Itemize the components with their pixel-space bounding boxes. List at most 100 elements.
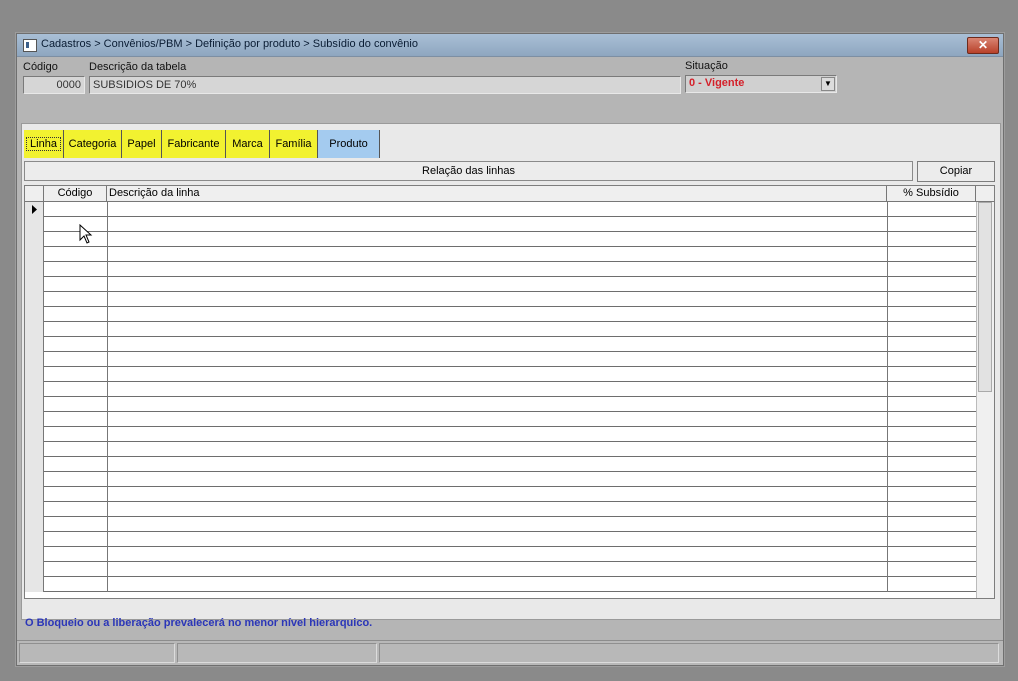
status-pane-1: [19, 643, 175, 663]
row-indicator[interactable]: [25, 577, 44, 592]
grid-divider: [107, 397, 108, 412]
grid-divider: [107, 232, 108, 247]
tab-panel: Linha Categoria Papel Fabricante Marca Famíli…: [21, 123, 1001, 620]
row-indicator[interactable]: [25, 232, 44, 247]
table-row[interactable]: [25, 517, 976, 532]
table-row[interactable]: [25, 547, 976, 562]
row-indicator[interactable]: [25, 517, 44, 532]
row-indicator[interactable]: [25, 292, 44, 307]
tab-fabricante[interactable]: Fabricante: [162, 130, 226, 158]
table-row[interactable]: [25, 532, 976, 547]
table-row[interactable]: [25, 262, 976, 277]
row-indicator[interactable]: [25, 202, 44, 217]
column-header-subsidio[interactable]: % Subsídio: [887, 186, 976, 201]
table-row[interactable]: [25, 427, 976, 442]
row-indicator[interactable]: [25, 367, 44, 382]
row-indicator[interactable]: [25, 412, 44, 427]
tab-familia[interactable]: Família: [270, 130, 318, 158]
row-indicator[interactable]: [25, 427, 44, 442]
codigo-label: Código: [23, 61, 58, 73]
row-indicator[interactable]: [25, 382, 44, 397]
copy-button[interactable]: Copiar: [917, 161, 995, 182]
vertical-scrollbar[interactable]: [976, 202, 994, 598]
row-indicator[interactable]: [25, 502, 44, 517]
grid-divider: [107, 412, 108, 427]
table-row[interactable]: [25, 202, 976, 217]
tab-label: Produto: [329, 138, 368, 150]
table-row[interactable]: [25, 472, 976, 487]
tab-papel[interactable]: Papel: [122, 130, 162, 158]
row-indicator[interactable]: [25, 487, 44, 502]
tab-categoria[interactable]: Categoria: [64, 130, 122, 158]
tab-marca[interactable]: Marca: [226, 130, 270, 158]
grid-divider: [107, 577, 108, 592]
row-indicator[interactable]: [25, 547, 44, 562]
table-row[interactable]: [25, 337, 976, 352]
table-row[interactable]: [25, 322, 976, 337]
grid-divider: [887, 337, 888, 352]
grid-divider: [107, 322, 108, 337]
tab-label: Papel: [127, 138, 156, 150]
lines-grid[interactable]: Código Descrição da linha % Subsídio: [24, 185, 995, 599]
grid-divider: [887, 577, 888, 592]
mouse-cursor-icon: [79, 224, 93, 244]
grid-divider: [107, 202, 108, 217]
tab-produto[interactable]: Produto: [318, 130, 380, 158]
row-indicator[interactable]: [25, 217, 44, 232]
chevron-down-icon[interactable]: ▼: [821, 77, 835, 91]
table-row[interactable]: [25, 577, 976, 592]
row-indicator[interactable]: [25, 472, 44, 487]
row-indicator[interactable]: [25, 337, 44, 352]
column-header-codigo[interactable]: Código: [44, 186, 107, 201]
grid-divider: [107, 247, 108, 262]
table-row[interactable]: [25, 487, 976, 502]
scrollbar-thumb[interactable]: [978, 202, 992, 392]
row-indicator[interactable]: [25, 352, 44, 367]
row-indicator[interactable]: [25, 442, 44, 457]
row-indicator[interactable]: [25, 562, 44, 577]
row-indicator[interactable]: [25, 322, 44, 337]
grid-divider: [887, 532, 888, 547]
row-indicator[interactable]: [25, 262, 44, 277]
table-row[interactable]: [25, 442, 976, 457]
table-row[interactable]: [25, 382, 976, 397]
table-row[interactable]: [25, 457, 976, 472]
table-row[interactable]: [25, 232, 976, 247]
table-row[interactable]: [25, 352, 976, 367]
column-header-descricao[interactable]: Descrição da linha: [107, 186, 887, 201]
grid-divider: [107, 442, 108, 457]
table-row[interactable]: [25, 307, 976, 322]
tab-linha[interactable]: Linha: [24, 130, 64, 158]
table-row[interactable]: [25, 277, 976, 292]
table-row[interactable]: [25, 397, 976, 412]
table-row[interactable]: [25, 247, 976, 262]
table-row[interactable]: [25, 367, 976, 382]
situacao-select[interactable]: 0 - Vigente ▼: [685, 75, 837, 93]
grid-divider: [887, 442, 888, 457]
close-button[interactable]: ✕: [967, 37, 999, 54]
table-row[interactable]: [25, 502, 976, 517]
descricao-field[interactable]: SUBSIDIOS DE 70%: [89, 76, 681, 94]
codigo-field[interactable]: 0000: [23, 76, 85, 94]
row-indicator[interactable]: [25, 247, 44, 262]
app-icon: [23, 39, 37, 52]
table-row[interactable]: [25, 292, 976, 307]
grid-divider: [107, 262, 108, 277]
grid-divider: [887, 322, 888, 337]
grid-divider: [107, 427, 108, 442]
table-row[interactable]: [25, 412, 976, 427]
row-indicator[interactable]: [25, 397, 44, 412]
status-pane-2: [177, 643, 377, 663]
title-bar[interactable]: Cadastros > Convênios/PBM > Definição po…: [17, 34, 1003, 57]
row-indicator[interactable]: [25, 532, 44, 547]
row-indicator[interactable]: [25, 277, 44, 292]
main-window: Cadastros > Convênios/PBM > Definição po…: [16, 33, 1004, 666]
window-title: Cadastros > Convênios/PBM > Definição po…: [41, 38, 418, 50]
situacao-value: 0 - Vigente: [689, 77, 745, 89]
tab-label: Categoria: [68, 138, 117, 150]
grid-divider: [887, 517, 888, 532]
row-indicator[interactable]: [25, 457, 44, 472]
table-row[interactable]: [25, 562, 976, 577]
row-indicator[interactable]: [25, 307, 44, 322]
table-row[interactable]: [25, 217, 976, 232]
